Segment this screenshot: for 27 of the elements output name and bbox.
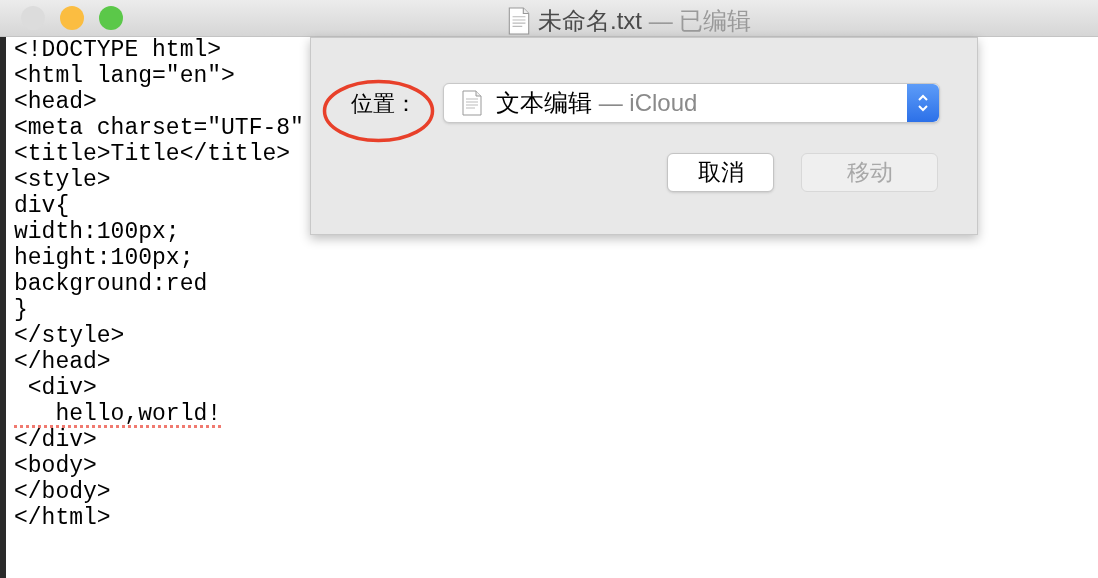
cancel-button[interactable]: 取消	[667, 153, 774, 192]
code-line: <title>Title</title>	[14, 141, 292, 167]
window-title: 未命名.txt — 已编辑	[538, 6, 752, 36]
code-line: <div>	[26, 375, 98, 401]
window-control-button[interactable]	[60, 6, 84, 30]
stepper-icon	[907, 84, 939, 122]
code-line: </html>	[14, 505, 112, 531]
location-label: 位置：	[351, 89, 418, 118]
code-line: <!DOCTYPE html>	[14, 37, 223, 63]
window-control-button[interactable]	[99, 6, 123, 30]
code-line: }	[14, 297, 29, 323]
code-line: </head>	[14, 349, 112, 375]
code-line: </body>	[14, 479, 112, 505]
code-line: div{	[14, 193, 71, 219]
code-line: <body>	[14, 453, 98, 479]
code-line: width:100px;	[14, 219, 181, 245]
code-line: background:red	[14, 271, 209, 297]
code-line: height:100px;	[14, 245, 195, 271]
code-line: <style>	[14, 167, 112, 193]
code-line: <html lang="en">	[14, 63, 236, 89]
code-line: </style>	[14, 323, 126, 349]
location-popup[interactable]: 文本编辑 — iCloud	[443, 83, 940, 123]
code-line: <head>	[14, 89, 98, 115]
document-icon	[462, 90, 482, 116]
code-line: </div>	[14, 427, 98, 453]
code-line: hello,world!	[54, 401, 223, 427]
code-line: <meta charset="UTF-8"	[14, 115, 304, 141]
